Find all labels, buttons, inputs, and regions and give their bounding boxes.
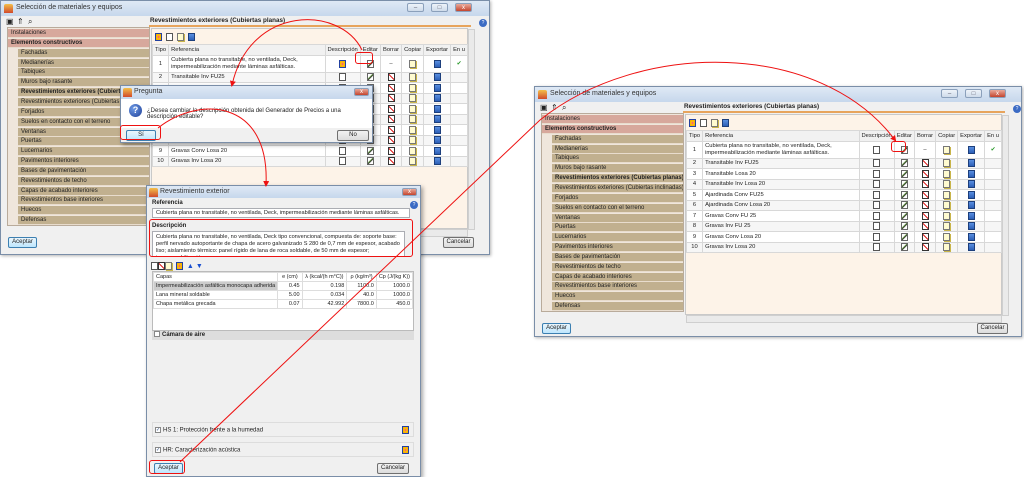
arrow-to-result xyxy=(179,61,897,463)
arrow-to-question xyxy=(229,19,363,87)
arrow-to-edit-dialog xyxy=(157,108,270,187)
annotation-arrows xyxy=(157,19,897,463)
